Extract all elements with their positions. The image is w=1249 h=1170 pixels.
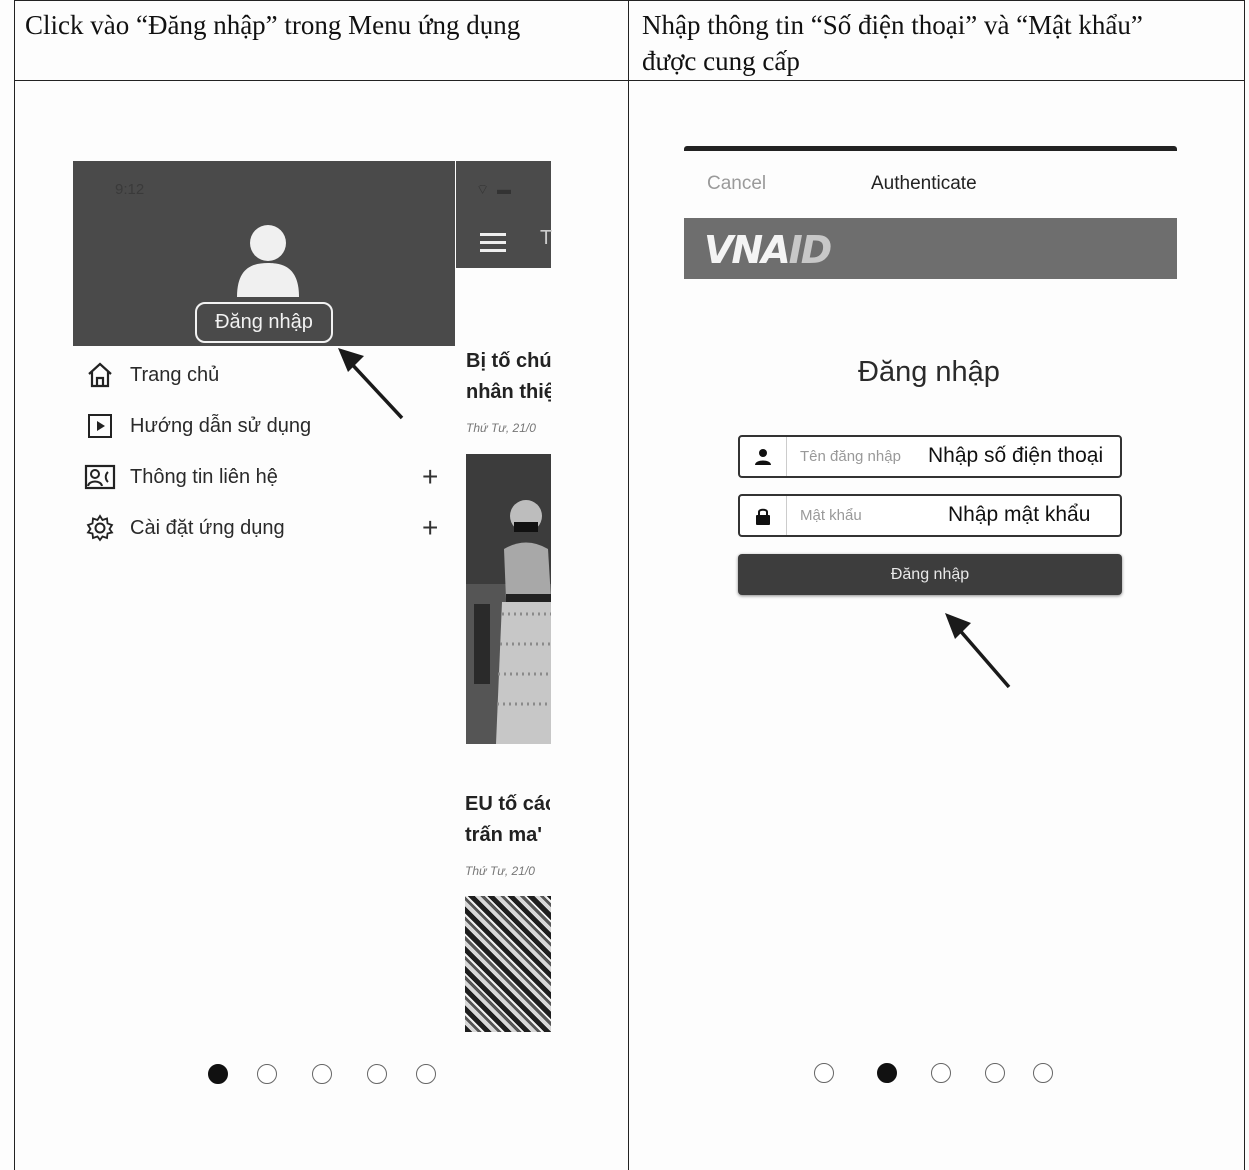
vnaid-logo: VNAID xyxy=(704,228,832,272)
drawer-header: 9:12 Đăng nhập xyxy=(73,161,455,346)
page-dot-3-right[interactable] xyxy=(931,1063,951,1083)
drawer-login-button[interactable]: Đăng nhập xyxy=(195,302,333,343)
page-dot-3[interactable] xyxy=(312,1064,332,1084)
password-hint: Nhập mật khẩu xyxy=(948,503,1091,526)
menu-item-home[interactable]: Trang chủ xyxy=(84,358,219,392)
table-border-header xyxy=(14,80,1245,81)
expand-settings-icon[interactable]: + xyxy=(422,514,438,542)
column-2-header-line-2: được cung cấp xyxy=(642,46,800,76)
menu-item-label: Trang chủ xyxy=(130,363,220,386)
menu-item-settings[interactable]: Cài đặt ứng dụng xyxy=(84,511,285,545)
expand-contact-icon[interactable]: + xyxy=(422,463,438,491)
column-2-header-line-1: Nhập thông tin “Số điện thoại” và “Mật k… xyxy=(642,10,1143,40)
page-dot-5-right[interactable] xyxy=(1033,1063,1053,1083)
username-placeholder: Tên đăng nhập xyxy=(800,448,901,465)
page-dot-1[interactable] xyxy=(208,1064,228,1084)
user-icon xyxy=(740,437,787,476)
page-dot-5[interactable] xyxy=(416,1064,436,1084)
news-2-title-line-1[interactable]: EU tố các xyxy=(465,789,550,820)
login-submit-button[interactable]: Đăng nhập xyxy=(738,554,1122,595)
avatar-icon xyxy=(237,225,299,297)
page-dot-4[interactable] xyxy=(367,1064,387,1084)
vnaid-banner: VNAID xyxy=(684,218,1177,279)
news-2-image[interactable] xyxy=(465,896,551,1032)
news-1-image[interactable] xyxy=(466,454,551,744)
pointer-arrow-icon-2 xyxy=(945,613,1011,689)
contact-card-icon xyxy=(84,461,116,493)
toolbar-title-fragment: T xyxy=(540,227,553,249)
menu-item-label: Cài đặt ứng dụng xyxy=(130,516,285,539)
news-2-title-line-2[interactable]: trấn ma' xyxy=(465,820,550,851)
play-icon xyxy=(84,410,116,442)
page-dot-4-right[interactable] xyxy=(985,1063,1005,1083)
page-dot-2-right[interactable] xyxy=(877,1063,897,1083)
table-border-middle xyxy=(628,0,629,1170)
lock-icon xyxy=(740,496,787,535)
menu-item-contact[interactable]: Thông tin liên hệ xyxy=(84,460,278,494)
table-border-top xyxy=(14,0,1245,1)
home-icon xyxy=(84,359,116,391)
news-1-title-line-1[interactable]: Bị tố chú xyxy=(466,346,551,377)
username-hint: Nhập số điện thoại xyxy=(928,444,1104,467)
hamburger-menu-icon[interactable] xyxy=(480,233,506,253)
news-2-date: Thứ Tư, 21/0 xyxy=(465,864,535,878)
login-title: Đăng nhập xyxy=(858,356,1000,388)
page-dot-2[interactable] xyxy=(257,1064,277,1084)
table-border-right xyxy=(1244,0,1245,1170)
pointer-arrow-icon xyxy=(338,348,404,420)
status-icons: ⌔ ▬ xyxy=(476,181,514,197)
password-field[interactable]: Mật khẩu Nhập mật khẩu xyxy=(738,494,1122,537)
password-placeholder: Mật khẩu xyxy=(800,507,862,524)
news-1-date: Thứ Tư, 21/0 xyxy=(466,421,536,435)
sheet-top-edge xyxy=(684,146,1177,151)
column-1-header: Click vào “Đăng nhập” trong Menu ứng dụn… xyxy=(25,10,521,40)
menu-item-label: Thông tin liên hệ xyxy=(130,465,278,488)
cancel-button[interactable]: Cancel xyxy=(707,173,766,195)
sheet-title: Authenticate xyxy=(871,173,977,194)
menu-item-guide[interactable]: Hướng dẫn sử dụng xyxy=(84,409,311,443)
status-time: 9:12 xyxy=(115,181,145,198)
news-1-title-line-2[interactable]: nhân thiệ xyxy=(466,377,551,408)
gear-icon xyxy=(84,512,116,544)
app-toolbar-strip: ⌔ ▬ T xyxy=(456,161,553,268)
username-field[interactable]: Tên đăng nhập Nhập số điện thoại xyxy=(738,435,1122,478)
page-dot-1-right[interactable] xyxy=(814,1063,834,1083)
menu-item-label: Hướng dẫn sử dụng xyxy=(130,414,312,437)
table-border-left xyxy=(14,0,15,1170)
